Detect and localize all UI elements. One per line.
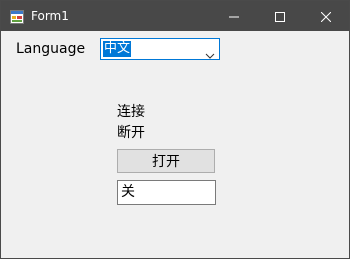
open-button-label: 打开 <box>152 154 180 170</box>
maximize-button[interactable] <box>257 1 303 31</box>
close-icon <box>320 7 332 26</box>
language-label: Language <box>16 41 86 57</box>
open-button[interactable]: 打开 <box>117 149 215 173</box>
status-text-value: 关 <box>121 184 135 200</box>
language-select-value: 中文 <box>103 41 132 57</box>
form-app-icon <box>10 9 24 24</box>
minimize-icon <box>229 7 239 26</box>
title-bar[interactable]: Form1 <box>1 1 349 31</box>
close-button[interactable] <box>303 1 349 31</box>
form-window: Form1 Language 中文 连接 断开 打开 关 <box>0 0 350 259</box>
window-title: Form1 <box>31 9 69 23</box>
chevron-down-icon[interactable] <box>205 45 215 59</box>
language-select[interactable]: 中文 <box>100 38 220 60</box>
status-text-field[interactable]: 关 <box>117 180 216 205</box>
disconnect-label: 断开 <box>117 125 145 141</box>
maximize-icon <box>275 7 285 26</box>
connect-label: 连接 <box>117 104 145 120</box>
minimize-button[interactable] <box>211 1 257 31</box>
client-area: Language 中文 连接 断开 打开 关 <box>1 31 349 258</box>
